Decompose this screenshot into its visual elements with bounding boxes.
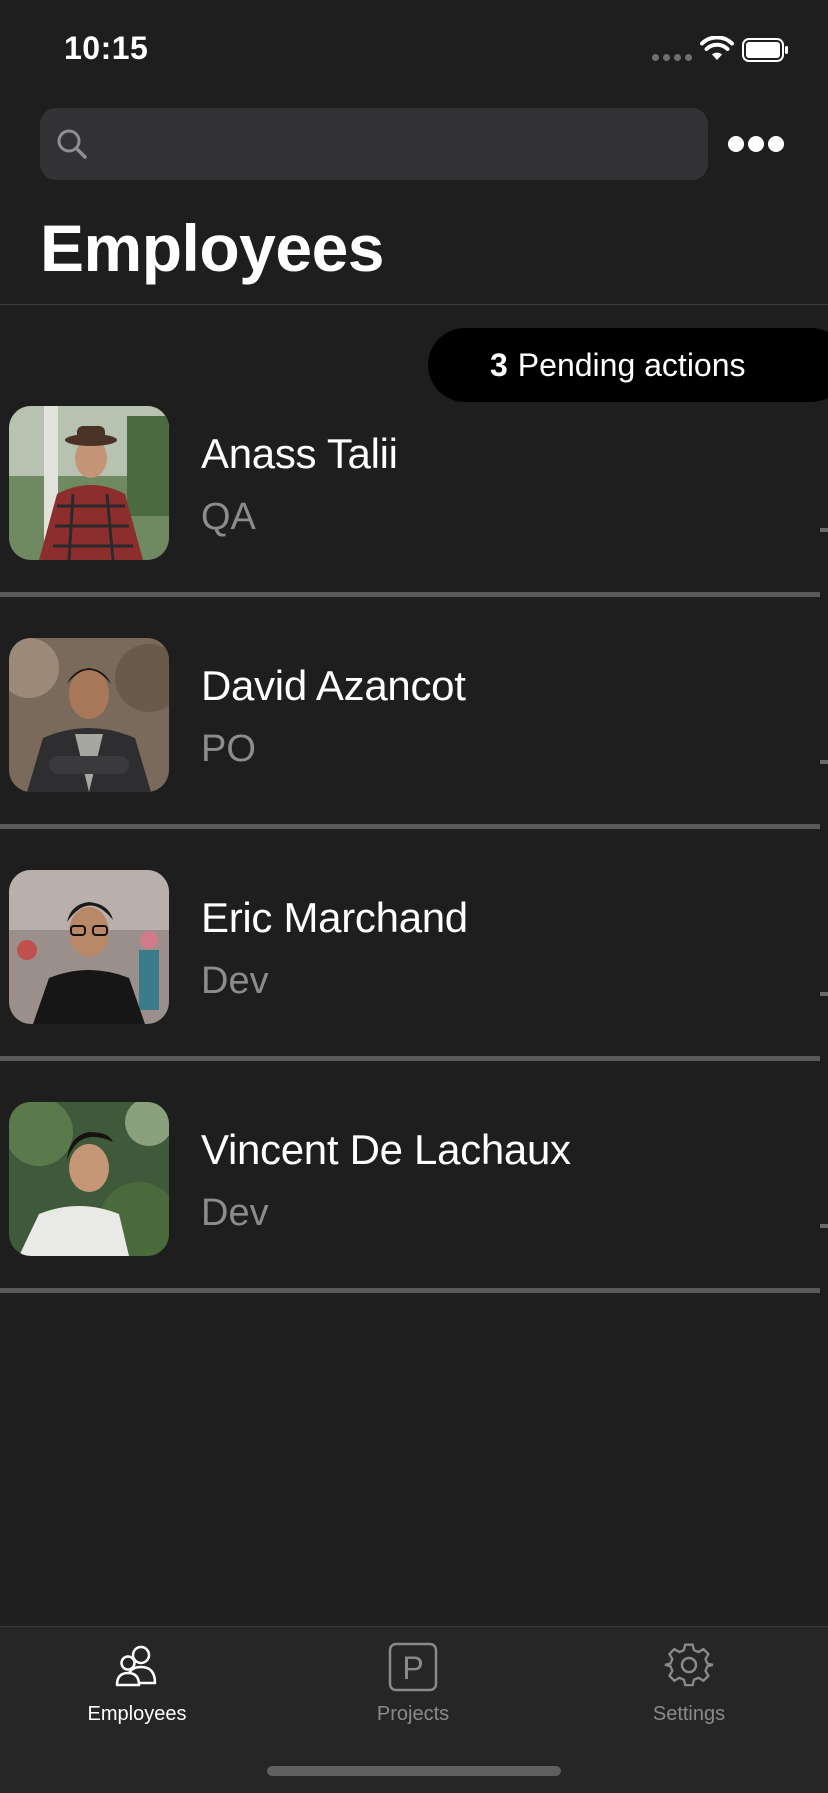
more-options-button[interactable]	[728, 126, 784, 162]
tab-settings[interactable]: Settings	[589, 1641, 789, 1726]
employee-role: QA	[201, 496, 256, 538]
employee-role: PO	[201, 728, 256, 770]
projects-icon: P	[388, 1642, 438, 1692]
tab-employees[interactable]: Employees	[37, 1641, 237, 1726]
gear-icon	[664, 1643, 714, 1687]
row-divider	[0, 824, 820, 829]
svg-text:P: P	[402, 1650, 423, 1686]
search-icon	[57, 129, 87, 159]
employee-row[interactable]: Anass Talii QA	[0, 404, 828, 636]
row-divider	[0, 1056, 820, 1061]
tab-label: Projects	[376, 1703, 450, 1725]
search-bar[interactable]	[40, 108, 708, 180]
home-indicator	[267, 1766, 561, 1776]
swipe-handle	[820, 760, 828, 764]
swipe-handle	[820, 528, 828, 532]
employee-name: Vincent De Lachaux	[201, 1126, 571, 1173]
employee-name: Eric Marchand	[201, 894, 468, 941]
more-horizontal-icon	[728, 136, 744, 152]
row-divider	[0, 1288, 820, 1293]
employee-role: Dev	[201, 1192, 269, 1234]
tab-projects[interactable]: P Projects	[313, 1641, 513, 1726]
status-time: 10:15	[64, 30, 149, 66]
avatar	[9, 870, 169, 1024]
wifi-icon	[700, 36, 734, 60]
avatar	[9, 406, 169, 560]
swipe-handle	[820, 992, 828, 996]
avatar	[9, 1102, 169, 1256]
battery-icon	[742, 38, 788, 62]
tab-label: Settings	[652, 1703, 726, 1725]
employee-row[interactable]: Eric Marchand Dev	[0, 868, 828, 1100]
pending-actions-label: Pending actions	[517, 346, 746, 383]
employee-row[interactable]: David Azancot PO	[0, 636, 828, 868]
pending-actions-count: 3	[490, 346, 508, 383]
swipe-handle	[820, 1224, 828, 1228]
row-divider	[0, 592, 820, 597]
tab-label: Employees	[87, 1703, 187, 1725]
employee-name: Anass Talii	[201, 430, 398, 477]
title-divider	[0, 304, 828, 305]
employee-role: Dev	[201, 960, 269, 1002]
status-bar: 10:15	[0, 0, 828, 100]
search-input[interactable]	[100, 113, 708, 175]
avatar	[9, 638, 169, 792]
page-title: Employees	[40, 211, 385, 285]
cellular-signal-icon	[652, 54, 692, 61]
users-icon	[115, 1645, 157, 1687]
pending-actions-button[interactable]: 3 Pending actions	[428, 328, 828, 402]
employee-list: Anass Talii QA David Azancot PO Eric Mar…	[0, 404, 828, 1332]
employee-name: David Azancot	[201, 662, 466, 709]
employee-row[interactable]: Vincent De Lachaux Dev	[0, 1100, 828, 1332]
